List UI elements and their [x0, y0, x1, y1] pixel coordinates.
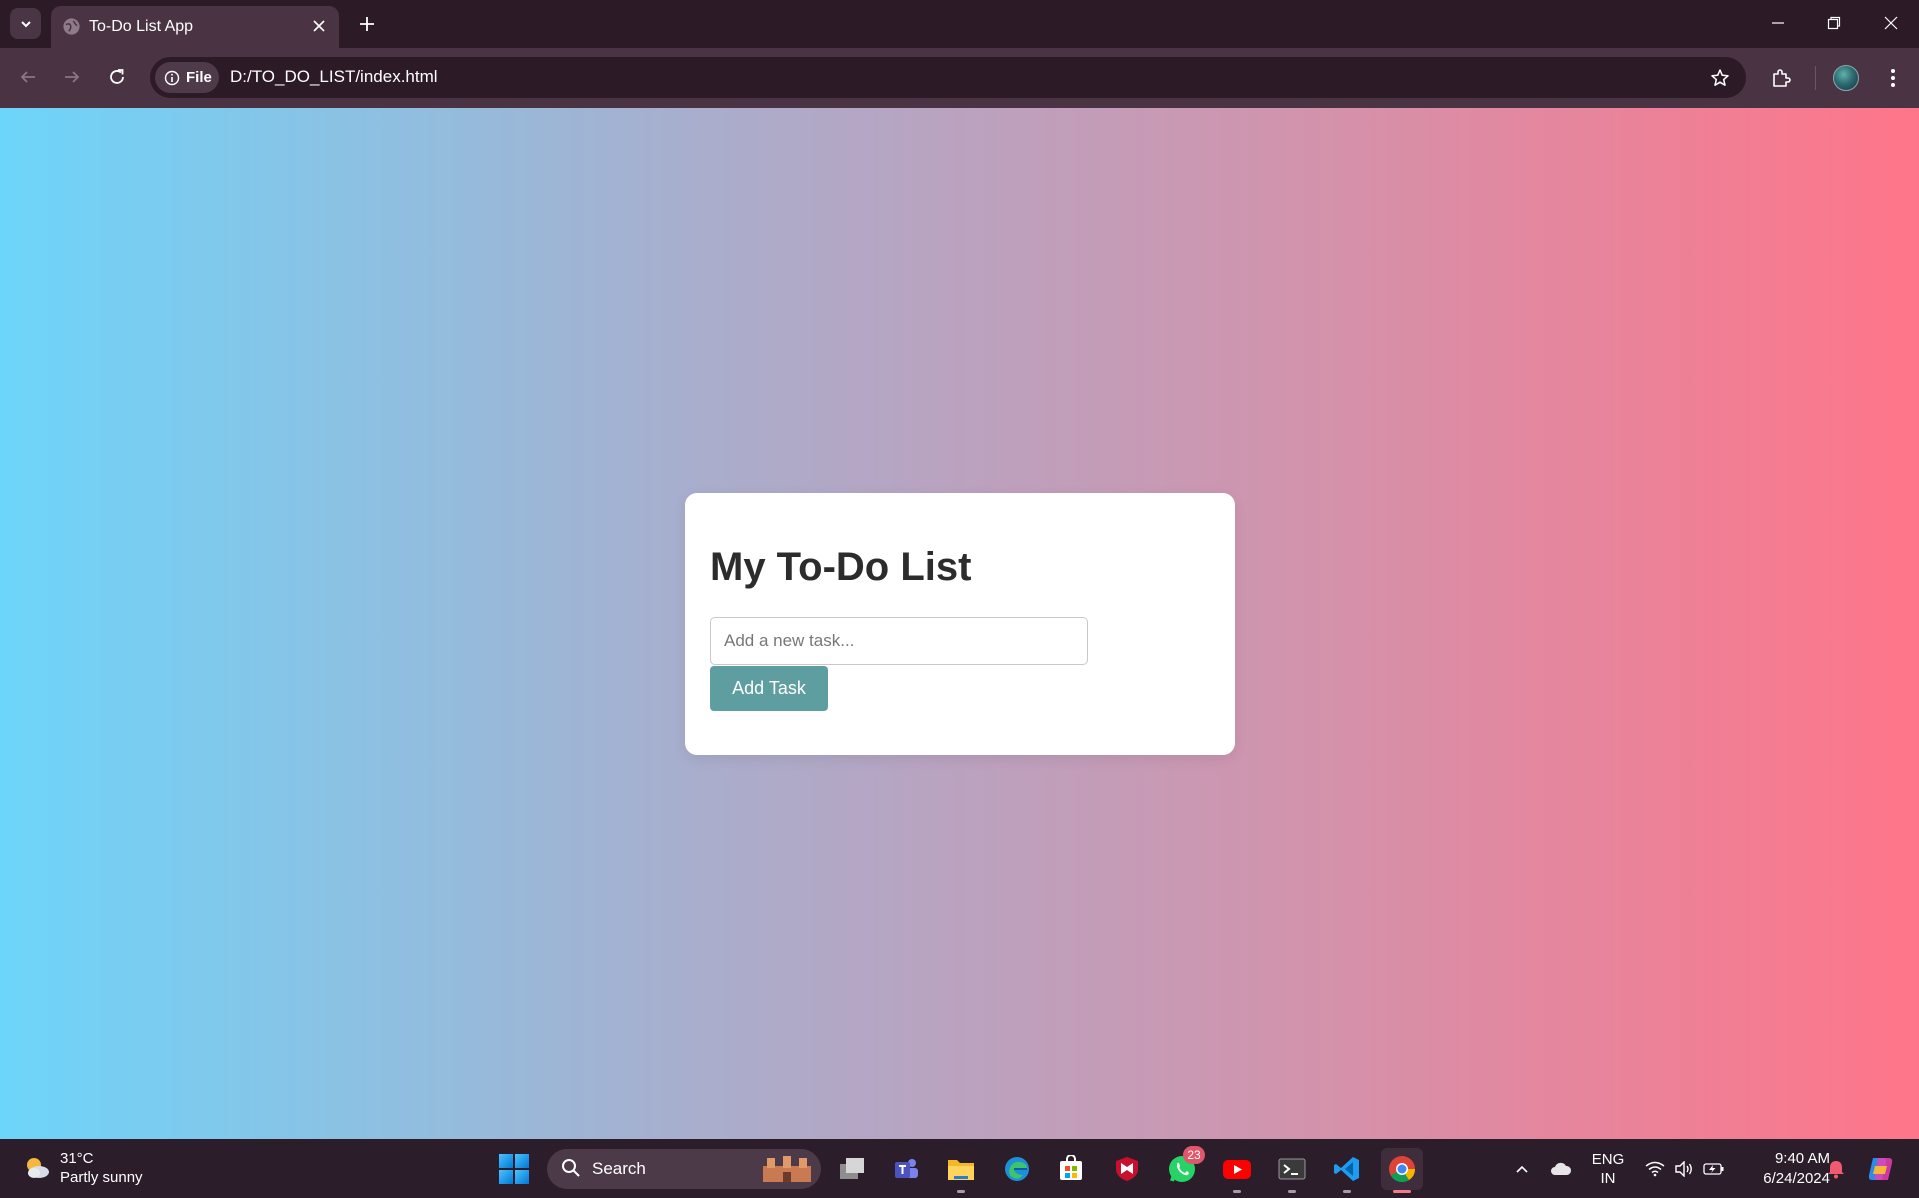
task-input[interactable]	[710, 617, 1088, 665]
battery-button[interactable]	[1700, 1139, 1728, 1198]
tab-close-button[interactable]	[308, 15, 330, 37]
taskbar-search[interactable]: Search	[547, 1149, 821, 1189]
restore-icon	[1827, 16, 1840, 30]
browser-tab[interactable]: To-Do List App	[51, 6, 339, 48]
forward-button[interactable]	[55, 60, 89, 94]
globe-icon	[63, 18, 80, 35]
partly-sunny-icon	[27, 1158, 49, 1178]
address-bar[interactable]: File D:/TO_DO_LIST/index.html	[150, 57, 1746, 98]
site-info-label: File	[186, 69, 212, 86]
close-window-button[interactable]	[1862, 0, 1919, 46]
site-info-chip[interactable]: File	[155, 62, 219, 93]
youtube-icon	[1223, 1160, 1251, 1179]
taskbar-file-explorer[interactable]	[940, 1148, 982, 1193]
back-button[interactable]	[11, 60, 45, 94]
puzzle-icon	[1773, 69, 1791, 87]
avatar	[1833, 65, 1859, 91]
close-icon	[1884, 16, 1897, 30]
start-button[interactable]	[499, 1154, 529, 1184]
arrow-right-icon	[65, 71, 80, 83]
wifi-icon	[1645, 1161, 1665, 1176]
copilot-icon	[1868, 1157, 1893, 1180]
weather-temp: 31°C	[60, 1150, 94, 1167]
running-indicator	[1233, 1190, 1241, 1193]
volume-button[interactable]	[1671, 1139, 1697, 1198]
chrome-icon	[1389, 1156, 1416, 1183]
taskbar-whatsapp[interactable]: 23	[1161, 1146, 1205, 1190]
extensions-button[interactable]	[1763, 60, 1799, 96]
browser-toolbar: File D:/TO_DO_LIST/index.html	[0, 48, 1919, 108]
tab-search-button[interactable]	[10, 8, 41, 39]
minimize-icon	[1771, 22, 1784, 24]
clock-date: 6/24/2024	[1763, 1170, 1830, 1187]
weather-description: Partly sunny	[60, 1169, 143, 1186]
reload-button[interactable]	[100, 60, 134, 94]
battery-charging-icon	[1703, 1162, 1724, 1175]
search-highlight-icon	[763, 1156, 811, 1182]
edge-icon	[1005, 1157, 1029, 1181]
restore-button[interactable]	[1805, 0, 1862, 46]
taskbar-mcafee[interactable]	[1106, 1148, 1148, 1190]
taskbar-vscode[interactable]	[1326, 1148, 1368, 1193]
region-code: IN	[1600, 1169, 1616, 1187]
copilot-button[interactable]	[1862, 1139, 1898, 1198]
language-indicator[interactable]: ENG IN	[1586, 1139, 1630, 1198]
menu-button[interactable]	[1875, 60, 1911, 96]
profile-button[interactable]	[1828, 60, 1864, 96]
store-icon	[1060, 1155, 1082, 1180]
toolbar-divider	[1815, 66, 1816, 90]
reload-icon	[110, 69, 124, 84]
url-text[interactable]: D:/TO_DO_LIST/index.html	[230, 67, 438, 87]
plus-icon	[360, 17, 374, 31]
onedrive-button[interactable]	[1546, 1139, 1576, 1198]
running-indicator	[1393, 1190, 1411, 1193]
bell-icon	[1828, 1160, 1844, 1178]
notification-badge: 23	[1183, 1146, 1205, 1164]
running-indicator	[957, 1190, 965, 1193]
clock-time: 9:40 AM	[1774, 1150, 1830, 1167]
teams-icon	[895, 1159, 918, 1178]
running-indicator	[1343, 1190, 1351, 1193]
taskbar: 31°C Partly sunny Search 23 ENG IN 9:40 …	[0, 1139, 1919, 1198]
star-icon	[1711, 69, 1729, 86]
cloud-icon	[1551, 1162, 1572, 1175]
kebab-menu-icon	[1891, 69, 1895, 87]
search-icon	[562, 1159, 580, 1177]
system-clock[interactable]: 9:40 AM 6/24/2024	[1740, 1149, 1830, 1189]
running-indicator	[1288, 1190, 1296, 1193]
taskbar-task-view[interactable]	[831, 1148, 873, 1190]
mcafee-shield-icon	[1116, 1157, 1138, 1181]
taskbar-microsoft-store[interactable]	[1050, 1148, 1092, 1190]
show-hidden-icons-button[interactable]	[1508, 1139, 1536, 1198]
taskbar-terminal[interactable]	[1271, 1148, 1313, 1193]
minimize-button[interactable]	[1749, 0, 1806, 46]
tab-title: To-Do List App	[89, 18, 194, 35]
todo-card: My To-Do List Add Task	[685, 493, 1235, 755]
language-code: ENG	[1591, 1150, 1625, 1168]
taskbar-teams[interactable]	[885, 1148, 927, 1190]
weather-widget[interactable]: 31°C Partly sunny	[22, 1149, 143, 1187]
add-task-button[interactable]: Add Task	[710, 666, 828, 711]
taskbar-edge[interactable]	[996, 1148, 1038, 1190]
page-title: My To-Do List	[710, 545, 972, 589]
taskbar-youtube[interactable]	[1216, 1148, 1258, 1193]
bookmark-button[interactable]	[1706, 64, 1734, 92]
close-icon	[313, 20, 325, 32]
page-viewport: My To-Do List Add Task	[0, 108, 1919, 1139]
speaker-icon	[1675, 1160, 1692, 1177]
terminal-icon	[1278, 1158, 1306, 1180]
browser-tab-bar: To-Do List App	[0, 0, 1919, 48]
vscode-icon	[1334, 1157, 1359, 1181]
chevron-down-icon	[20, 20, 31, 27]
taskbar-chrome[interactable]	[1381, 1148, 1423, 1193]
task-view-icon	[840, 1158, 864, 1179]
search-label: Search	[592, 1159, 646, 1178]
arrow-left-icon	[20, 71, 35, 83]
chevron-up-icon	[1516, 1165, 1528, 1173]
new-tab-button[interactable]	[352, 9, 382, 39]
notifications-button[interactable]	[1823, 1139, 1849, 1198]
wifi-button[interactable]	[1642, 1139, 1668, 1198]
info-icon	[164, 70, 180, 85]
folder-icon	[948, 1160, 974, 1180]
